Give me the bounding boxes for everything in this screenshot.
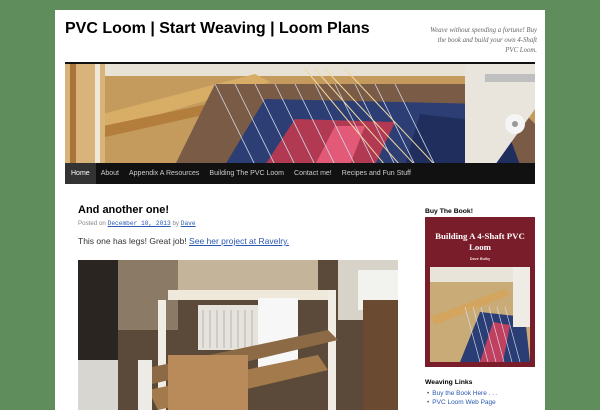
- buy-the-book-heading: Buy The Book!: [425, 208, 473, 215]
- post-body-text: This one has legs! Great job!: [78, 236, 187, 246]
- nav-item-appendix-a-resources[interactable]: Appendix A Resources: [124, 163, 204, 184]
- post-loom-photo: [78, 260, 398, 410]
- site-title[interactable]: PVC Loom | Start Weaving | Loom Plans: [65, 20, 370, 38]
- nav-item-recipes-and-fun-stuff[interactable]: Recipes and Fun Stuff: [337, 163, 416, 184]
- bullet-icon: •: [427, 399, 430, 406]
- loom-photo-illustration: [78, 260, 398, 410]
- ravelry-project-link[interactable]: See her project at Ravelry.: [189, 236, 289, 246]
- post-meta-by: by: [172, 220, 180, 227]
- loom-banner-illustration: [65, 64, 535, 163]
- link-pvc-loom-web-page[interactable]: PVC Loom Web Page: [432, 399, 495, 406]
- post-body: This one has legs! Great job! See her pr…: [78, 236, 289, 246]
- post-meta: Posted on December 10, 2013 by Dave: [78, 220, 196, 227]
- post-date-link[interactable]: December 10, 2013: [108, 220, 171, 227]
- nav-item-about[interactable]: About: [96, 163, 124, 184]
- post-author-link[interactable]: Dave: [181, 220, 196, 227]
- main-navigation: Home About Appendix A Resources Building…: [65, 163, 535, 184]
- weaving-links-heading: Weaving Links: [425, 379, 473, 386]
- bullet-icon: •: [427, 390, 430, 397]
- weaving-links-list: • Buy the Book Here . . . • PVC Loom Web P…: [427, 389, 498, 407]
- header-banner-image: [65, 62, 535, 163]
- nav-item-home[interactable]: Home: [65, 163, 96, 184]
- nav-item-building-the-pvc-loom[interactable]: Building The PVC Loom: [204, 163, 289, 184]
- nav-item-contact-me[interactable]: Contact me!: [289, 163, 337, 184]
- post-meta-prefix: Posted on: [78, 220, 106, 227]
- page-container: PVC Loom | Start Weaving | Loom Plans We…: [55, 10, 545, 410]
- book-cover-loom-illustration: [430, 267, 530, 363]
- list-item[interactable]: • PVC Loom Web Page: [427, 398, 498, 407]
- list-item[interactable]: • Buy the Book Here . . .: [427, 389, 498, 398]
- book-cover-image[interactable]: Building A 4-Shaft PVC Loom Dave Bulky: [425, 217, 535, 367]
- post-title[interactable]: And another one!: [78, 204, 169, 216]
- link-buy-the-book[interactable]: Buy the Book Here . . .: [432, 390, 497, 397]
- site-description: Weave without spending a fortune! Buy th…: [430, 27, 537, 54]
